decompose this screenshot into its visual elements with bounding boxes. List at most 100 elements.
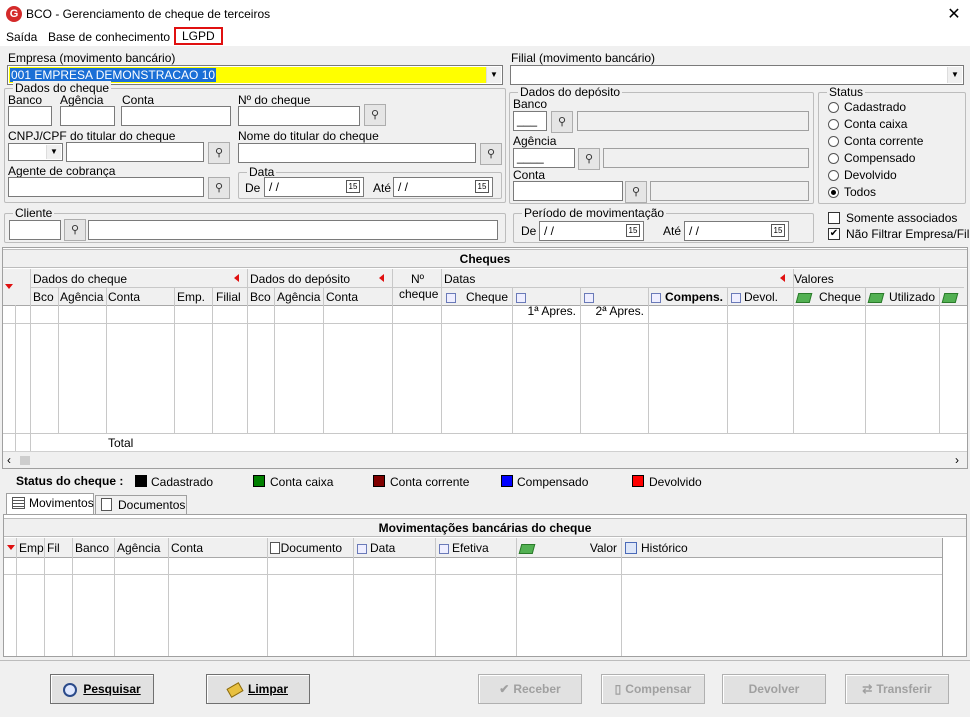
cnpj-input[interactable] bbox=[66, 142, 204, 162]
col-emp[interactable]: Emp. bbox=[177, 290, 205, 304]
col-filial[interactable]: Filial bbox=[216, 290, 241, 304]
binoculars-icon[interactable]: ⚲ bbox=[625, 181, 647, 203]
numero-cheque-input[interactable] bbox=[238, 106, 360, 126]
agente-input[interactable] bbox=[8, 177, 204, 197]
window-title: BCO - Gerenciamento de cheque de terceir… bbox=[26, 7, 271, 21]
tab-movimentos[interactable]: Movimentos bbox=[6, 493, 94, 515]
menu-base-conhecimento[interactable]: Base de conhecimento bbox=[48, 30, 170, 44]
sort-icon[interactable] bbox=[7, 545, 15, 550]
binoculars-icon[interactable]: ⚲ bbox=[480, 143, 502, 165]
status-radio-compensado[interactable] bbox=[828, 153, 839, 164]
cliente-code-input[interactable] bbox=[9, 220, 61, 240]
col-bco-dep[interactable]: Bco bbox=[250, 290, 271, 304]
somente-associados-checkbox[interactable] bbox=[828, 212, 840, 224]
col-data-devol[interactable]: Devol. bbox=[731, 290, 791, 304]
col-valor-cheque-label: Cheque bbox=[818, 290, 861, 304]
group-num-1: Nº bbox=[411, 272, 425, 286]
dep-agencia-input[interactable]: ____ bbox=[513, 148, 575, 168]
dep-conta-input[interactable] bbox=[513, 181, 623, 201]
receber-button[interactable]: ✔ Receber bbox=[478, 674, 582, 704]
binoculars-icon[interactable]: ⚲ bbox=[578, 148, 600, 170]
devolver-button[interactable]: Devolver bbox=[722, 674, 826, 704]
conta-input[interactable] bbox=[121, 106, 231, 126]
col-conta-dep[interactable]: Conta bbox=[326, 290, 358, 304]
binoculars-icon[interactable]: ⚲ bbox=[208, 142, 230, 164]
banco-input[interactable] bbox=[8, 106, 52, 126]
mov-col-agencia[interactable]: Agência bbox=[117, 541, 160, 555]
col-data-2apres[interactable]: 2ª Apres. bbox=[584, 290, 646, 318]
col-line bbox=[212, 287, 213, 433]
mov-col-valor[interactable]: Valor bbox=[518, 541, 619, 555]
money-icon bbox=[518, 543, 536, 554]
col-valor-cheque[interactable]: Cheque bbox=[795, 290, 863, 304]
periodo-label: Período de movimentação bbox=[522, 206, 667, 220]
binoculars-icon[interactable]: ⚲ bbox=[208, 177, 230, 199]
col-data-1apres[interactable]: 1ª Apres. bbox=[516, 290, 578, 318]
cnpj-type-select[interactable]: ▼ bbox=[8, 143, 63, 161]
binoculars-icon[interactable]: ⚲ bbox=[551, 111, 573, 133]
calendar-icon[interactable]: 15 bbox=[626, 224, 640, 237]
chevron-down-icon[interactable]: ▼ bbox=[486, 67, 501, 83]
cliente-name-input[interactable] bbox=[88, 220, 498, 240]
col-data-cheque[interactable]: Cheque bbox=[446, 290, 510, 304]
dep-agencia-label: Agência bbox=[513, 134, 557, 148]
col-agencia[interactable]: Agência bbox=[60, 290, 103, 304]
calendar-icon bbox=[357, 543, 367, 554]
close-icon[interactable]: ✕ bbox=[944, 4, 964, 24]
scroll-right-icon[interactable]: › bbox=[955, 453, 959, 467]
chevron-down-icon[interactable]: ▼ bbox=[947, 67, 962, 83]
menu-saida[interactable]: Saída bbox=[6, 30, 37, 44]
calendar-icon[interactable]: 15 bbox=[771, 224, 785, 237]
mov-col-documento-label: Documento bbox=[280, 541, 342, 555]
col-valor-utilizado[interactable]: Utilizado bbox=[867, 290, 937, 304]
scroll-left-icon[interactable]: ‹ bbox=[7, 453, 11, 467]
menu-lgpd[interactable]: LGPD bbox=[174, 27, 223, 45]
status-radio-conta-caixa[interactable] bbox=[828, 119, 839, 130]
mov-col-banco[interactable]: Banco bbox=[75, 541, 109, 555]
col-data-compens[interactable]: Compens. bbox=[651, 290, 725, 304]
mov-col-efetiva[interactable]: Efetiva bbox=[439, 541, 489, 555]
nome-titular-input[interactable] bbox=[238, 143, 476, 163]
col-line bbox=[865, 287, 866, 433]
devolver-label: Devolver bbox=[748, 682, 800, 696]
col-valor-extra[interactable] bbox=[941, 290, 963, 304]
status-radio-conta-corrente[interactable] bbox=[828, 136, 839, 147]
calendar-icon[interactable]: 15 bbox=[475, 180, 489, 193]
collapse-icon[interactable] bbox=[780, 274, 785, 282]
status-radio-cadastrado[interactable] bbox=[828, 102, 839, 113]
chevron-down-icon[interactable]: ▼ bbox=[46, 145, 61, 159]
horizontal-scrollbar[interactable]: ‹ › bbox=[3, 451, 967, 468]
status-radio-todos[interactable] bbox=[828, 187, 839, 198]
pesquisar-button[interactable]: Pesquisar bbox=[50, 674, 154, 704]
binoculars-icon[interactable]: ⚲ bbox=[64, 219, 86, 241]
status-radio-devolvido[interactable] bbox=[828, 170, 839, 181]
mov-col-data-label: Data bbox=[370, 541, 396, 555]
legend-conta-caixa: Conta caixa bbox=[270, 475, 334, 489]
limpar-button[interactable]: Limpar bbox=[206, 674, 310, 704]
mov-col-data[interactable]: Data bbox=[357, 541, 395, 555]
col-bco[interactable]: Bco bbox=[33, 290, 54, 304]
mov-col-emp[interactable]: Emp bbox=[19, 541, 44, 555]
col-conta[interactable]: Conta bbox=[108, 290, 140, 304]
compensar-button[interactable]: ▯ Compensar bbox=[601, 674, 705, 704]
filial-select[interactable]: ▼ bbox=[510, 65, 964, 85]
tab-documentos[interactable]: Documentos bbox=[95, 495, 187, 515]
binoculars-icon[interactable]: ⚲ bbox=[364, 104, 386, 126]
collapse-icon[interactable] bbox=[234, 274, 239, 282]
dep-banco-input[interactable]: ___ bbox=[513, 111, 547, 131]
mov-col-documento[interactable]: Documento bbox=[270, 541, 350, 555]
agencia-input[interactable] bbox=[60, 106, 115, 126]
group-dados-cheque: Dados do cheque bbox=[33, 272, 128, 286]
nao-filtrar-checkbox[interactable]: ✔ bbox=[828, 228, 840, 240]
mov-col-conta[interactable]: Conta bbox=[171, 541, 203, 555]
calendar-icon[interactable]: 15 bbox=[346, 180, 360, 193]
transferir-button[interactable]: ⇄ Transferir bbox=[845, 674, 949, 704]
mov-col-fil[interactable]: Fil bbox=[47, 541, 60, 555]
collapse-icon[interactable] bbox=[379, 274, 384, 282]
mov-col-historico[interactable]: Histórico bbox=[625, 541, 688, 555]
sort-icon[interactable] bbox=[5, 284, 13, 289]
nome-titular-label: Nome do titular do cheque bbox=[238, 129, 379, 143]
col-agencia-dep[interactable]: Agência bbox=[277, 290, 320, 304]
conta-label: Conta bbox=[122, 93, 155, 107]
scroll-thumb[interactable] bbox=[20, 456, 30, 465]
